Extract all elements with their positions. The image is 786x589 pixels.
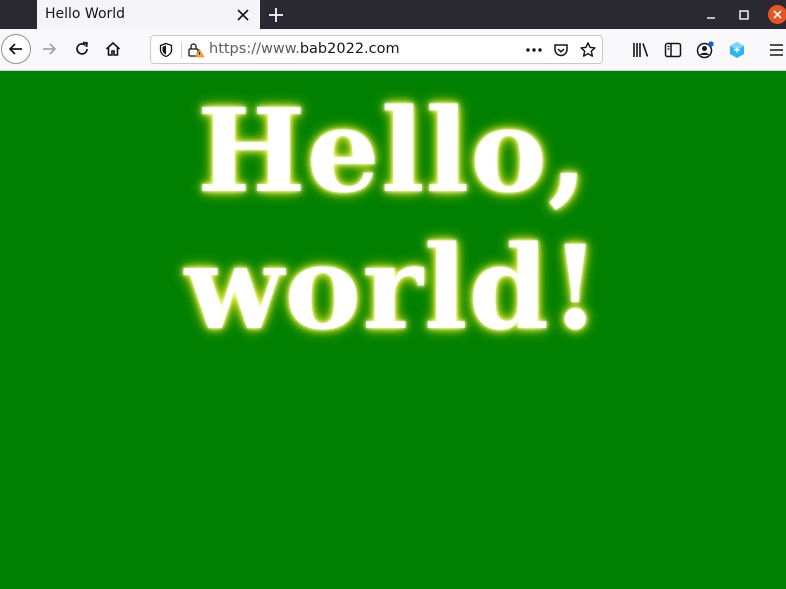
url-bar-divider	[181, 42, 182, 58]
minimize-window-icon[interactable]	[702, 6, 720, 24]
account-icon[interactable]	[695, 40, 715, 60]
pocket-icon[interactable]	[552, 41, 570, 59]
sidebar-toggle-icon[interactable]	[663, 40, 683, 60]
url-scheme: https://www.	[209, 41, 300, 57]
tab-title: Hello World	[45, 6, 126, 22]
url-text[interactable]: https://www.bab2022.com	[209, 41, 400, 57]
new-tab-button[interactable]	[266, 5, 286, 25]
library-icon[interactable]	[631, 40, 651, 60]
back-button[interactable]	[1, 34, 31, 64]
insecure-lock-warning-icon[interactable]	[187, 42, 205, 58]
tab-strip-spacer	[0, 0, 37, 29]
bookmark-star-icon[interactable]	[579, 41, 597, 59]
close-window-icon[interactable]	[768, 5, 786, 24]
tab-hello-world[interactable]: Hello World	[37, 0, 260, 29]
navigation-toolbar: https://www.bab2022.com	[0, 29, 786, 71]
page-actions-more-icon[interactable]	[524, 42, 544, 58]
home-button[interactable]	[99, 35, 127, 63]
forward-button[interactable]	[35, 35, 63, 63]
tracking-protection-shield-icon[interactable]	[158, 42, 174, 58]
tab-strip: Hello World	[0, 0, 786, 29]
url-bar[interactable]: https://www.bab2022.com	[150, 35, 603, 64]
close-tab-icon[interactable]	[236, 7, 250, 21]
page-headline: Hello, world!	[184, 84, 602, 356]
maximize-window-icon[interactable]	[735, 6, 753, 24]
page-content: Hello, world!	[0, 71, 786, 589]
extension-icon[interactable]	[727, 40, 747, 60]
menu-hamburger-icon[interactable]	[766, 40, 786, 60]
url-host: bab2022.com	[299, 41, 400, 57]
reload-button[interactable]	[68, 35, 96, 63]
